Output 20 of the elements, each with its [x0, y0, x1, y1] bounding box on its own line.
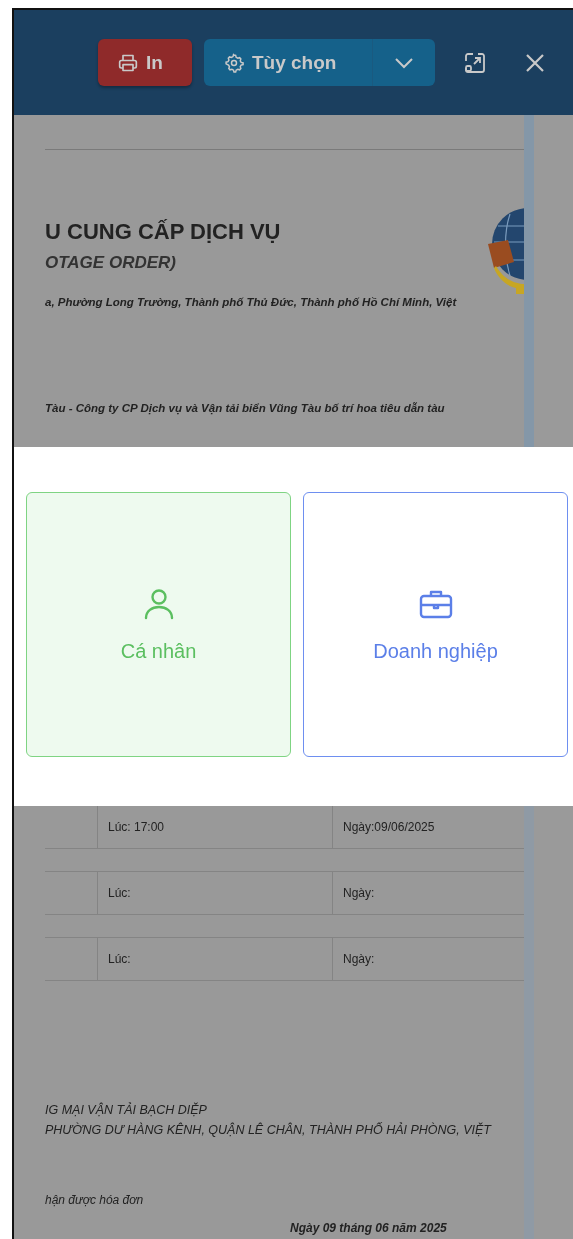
- options-button[interactable]: Tùy chọn: [204, 39, 373, 86]
- document-subtitle: OTAGE ORDER): [45, 253, 177, 273]
- notice-text: Tàu - Công ty CP Dịch vụ và Vận tải biển Vũng Tàu bố trí hoa tiêu dẫn tàu: [45, 402, 446, 414]
- date-line: Ngày 09 tháng 06 năm 2025: [289, 1221, 448, 1235]
- print-button[interactable]: In: [98, 39, 192, 86]
- settings-icon: [224, 52, 244, 73]
- company-name: IG MẠI VẬN TẢI BẠCH DIỆP: [45, 1103, 208, 1117]
- invoice-note: hận được hóa đơn: [45, 1193, 145, 1207]
- customer-type-card[interactable]: Doanh nghiệp: [303, 492, 568, 757]
- time-cell: Lúc:: [97, 938, 332, 980]
- printer-icon: [118, 52, 138, 73]
- company-address: PHƯỜNG DƯ HÀNG KÊNH, QUẬN LÊ CHÂN, THÀNH PHỐ HẢI PHÒNG, VIỆT: [45, 1123, 493, 1137]
- time-cell: Lúc: 17:00: [97, 806, 332, 848]
- document-title: U CUNG CẤP DỊCH VỤ: [45, 219, 281, 245]
- customer-type-card[interactable]: Cá nhân: [26, 492, 291, 757]
- address-text: a, Phường Long Trường, Thành phố Thủ Đức, Thành phố Hồ Chí Minh, Việt: [45, 296, 458, 308]
- close-icon: [524, 51, 546, 74]
- expand-icon: [463, 50, 487, 75]
- time-cell: Lúc:: [97, 872, 332, 914]
- caret-icon: [394, 56, 414, 69]
